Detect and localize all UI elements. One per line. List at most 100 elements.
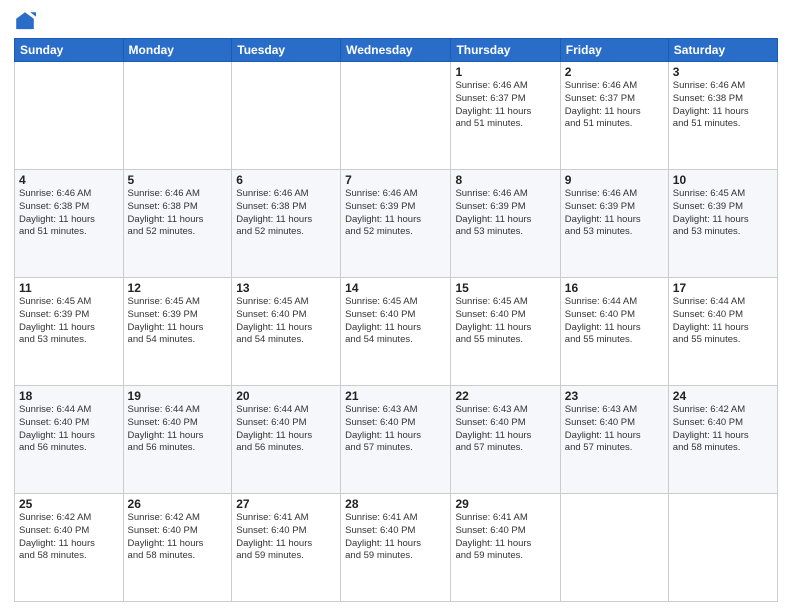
calendar-cell: 9Sunrise: 6:46 AM Sunset: 6:39 PM Daylig…: [560, 170, 668, 278]
calendar-cell: 20Sunrise: 6:44 AM Sunset: 6:40 PM Dayli…: [232, 386, 341, 494]
calendar-cell: 10Sunrise: 6:45 AM Sunset: 6:39 PM Dayli…: [668, 170, 777, 278]
calendar-cell: 16Sunrise: 6:44 AM Sunset: 6:40 PM Dayli…: [560, 278, 668, 386]
calendar-cell: 8Sunrise: 6:46 AM Sunset: 6:39 PM Daylig…: [451, 170, 560, 278]
calendar-cell: 14Sunrise: 6:45 AM Sunset: 6:40 PM Dayli…: [341, 278, 451, 386]
calendar-cell: 29Sunrise: 6:41 AM Sunset: 6:40 PM Dayli…: [451, 494, 560, 602]
calendar-cell: 12Sunrise: 6:45 AM Sunset: 6:39 PM Dayli…: [123, 278, 232, 386]
calendar-cell: [123, 62, 232, 170]
calendar-cell: 19Sunrise: 6:44 AM Sunset: 6:40 PM Dayli…: [123, 386, 232, 494]
day-number: 22: [455, 389, 555, 403]
calendar-header-row: SundayMondayTuesdayWednesdayThursdayFrid…: [15, 39, 778, 62]
day-info: Sunrise: 6:44 AM Sunset: 6:40 PM Dayligh…: [128, 404, 228, 455]
day-info: Sunrise: 6:46 AM Sunset: 6:38 PM Dayligh…: [236, 188, 336, 239]
day-info: Sunrise: 6:44 AM Sunset: 6:40 PM Dayligh…: [19, 404, 119, 455]
day-number: 10: [673, 173, 773, 187]
calendar-cell: 5Sunrise: 6:46 AM Sunset: 6:38 PM Daylig…: [123, 170, 232, 278]
day-number: 14: [345, 281, 446, 295]
day-number: 20: [236, 389, 336, 403]
day-number: 3: [673, 65, 773, 79]
day-number: 9: [565, 173, 664, 187]
calendar-week-row: 25Sunrise: 6:42 AM Sunset: 6:40 PM Dayli…: [15, 494, 778, 602]
calendar-cell: 7Sunrise: 6:46 AM Sunset: 6:39 PM Daylig…: [341, 170, 451, 278]
calendar-cell: 4Sunrise: 6:46 AM Sunset: 6:38 PM Daylig…: [15, 170, 124, 278]
calendar-cell: [560, 494, 668, 602]
day-number: 27: [236, 497, 336, 511]
day-info: Sunrise: 6:45 AM Sunset: 6:40 PM Dayligh…: [236, 296, 336, 347]
day-header-tuesday: Tuesday: [232, 39, 341, 62]
calendar-week-row: 1Sunrise: 6:46 AM Sunset: 6:37 PM Daylig…: [15, 62, 778, 170]
calendar-cell: [232, 62, 341, 170]
day-number: 12: [128, 281, 228, 295]
day-header-sunday: Sunday: [15, 39, 124, 62]
calendar-cell: 26Sunrise: 6:42 AM Sunset: 6:40 PM Dayli…: [123, 494, 232, 602]
day-number: 16: [565, 281, 664, 295]
calendar-cell: [15, 62, 124, 170]
day-header-thursday: Thursday: [451, 39, 560, 62]
day-info: Sunrise: 6:43 AM Sunset: 6:40 PM Dayligh…: [455, 404, 555, 455]
day-number: 17: [673, 281, 773, 295]
day-info: Sunrise: 6:46 AM Sunset: 6:37 PM Dayligh…: [455, 80, 555, 131]
calendar-cell: [668, 494, 777, 602]
day-number: 18: [19, 389, 119, 403]
calendar-cell: 1Sunrise: 6:46 AM Sunset: 6:37 PM Daylig…: [451, 62, 560, 170]
day-info: Sunrise: 6:46 AM Sunset: 6:39 PM Dayligh…: [565, 188, 664, 239]
day-number: 1: [455, 65, 555, 79]
day-number: 4: [19, 173, 119, 187]
calendar-cell: 28Sunrise: 6:41 AM Sunset: 6:40 PM Dayli…: [341, 494, 451, 602]
day-info: Sunrise: 6:42 AM Sunset: 6:40 PM Dayligh…: [128, 512, 228, 563]
page-header: [14, 10, 778, 32]
calendar-cell: 2Sunrise: 6:46 AM Sunset: 6:37 PM Daylig…: [560, 62, 668, 170]
day-number: 6: [236, 173, 336, 187]
day-info: Sunrise: 6:45 AM Sunset: 6:40 PM Dayligh…: [345, 296, 446, 347]
day-info: Sunrise: 6:45 AM Sunset: 6:39 PM Dayligh…: [673, 188, 773, 239]
day-number: 25: [19, 497, 119, 511]
calendar-cell: 11Sunrise: 6:45 AM Sunset: 6:39 PM Dayli…: [15, 278, 124, 386]
day-info: Sunrise: 6:46 AM Sunset: 6:39 PM Dayligh…: [345, 188, 446, 239]
day-info: Sunrise: 6:45 AM Sunset: 6:39 PM Dayligh…: [19, 296, 119, 347]
calendar-cell: 18Sunrise: 6:44 AM Sunset: 6:40 PM Dayli…: [15, 386, 124, 494]
calendar-cell: 21Sunrise: 6:43 AM Sunset: 6:40 PM Dayli…: [341, 386, 451, 494]
day-info: Sunrise: 6:46 AM Sunset: 6:39 PM Dayligh…: [455, 188, 555, 239]
day-header-wednesday: Wednesday: [341, 39, 451, 62]
day-info: Sunrise: 6:45 AM Sunset: 6:40 PM Dayligh…: [455, 296, 555, 347]
calendar-cell: 6Sunrise: 6:46 AM Sunset: 6:38 PM Daylig…: [232, 170, 341, 278]
day-header-monday: Monday: [123, 39, 232, 62]
day-info: Sunrise: 6:42 AM Sunset: 6:40 PM Dayligh…: [673, 404, 773, 455]
day-info: Sunrise: 6:43 AM Sunset: 6:40 PM Dayligh…: [345, 404, 446, 455]
day-info: Sunrise: 6:46 AM Sunset: 6:38 PM Dayligh…: [673, 80, 773, 131]
day-info: Sunrise: 6:41 AM Sunset: 6:40 PM Dayligh…: [455, 512, 555, 563]
day-info: Sunrise: 6:44 AM Sunset: 6:40 PM Dayligh…: [565, 296, 664, 347]
day-header-saturday: Saturday: [668, 39, 777, 62]
calendar-cell: 24Sunrise: 6:42 AM Sunset: 6:40 PM Dayli…: [668, 386, 777, 494]
day-info: Sunrise: 6:46 AM Sunset: 6:37 PM Dayligh…: [565, 80, 664, 131]
day-number: 11: [19, 281, 119, 295]
day-number: 28: [345, 497, 446, 511]
calendar-week-row: 11Sunrise: 6:45 AM Sunset: 6:39 PM Dayli…: [15, 278, 778, 386]
day-number: 5: [128, 173, 228, 187]
day-number: 8: [455, 173, 555, 187]
day-header-friday: Friday: [560, 39, 668, 62]
calendar-cell: 23Sunrise: 6:43 AM Sunset: 6:40 PM Dayli…: [560, 386, 668, 494]
day-info: Sunrise: 6:46 AM Sunset: 6:38 PM Dayligh…: [19, 188, 119, 239]
calendar-cell: 27Sunrise: 6:41 AM Sunset: 6:40 PM Dayli…: [232, 494, 341, 602]
calendar-cell: 15Sunrise: 6:45 AM Sunset: 6:40 PM Dayli…: [451, 278, 560, 386]
day-info: Sunrise: 6:41 AM Sunset: 6:40 PM Dayligh…: [236, 512, 336, 563]
logo: [14, 10, 40, 32]
day-info: Sunrise: 6:43 AM Sunset: 6:40 PM Dayligh…: [565, 404, 664, 455]
calendar-cell: [341, 62, 451, 170]
calendar-cell: 13Sunrise: 6:45 AM Sunset: 6:40 PM Dayli…: [232, 278, 341, 386]
calendar-cell: 17Sunrise: 6:44 AM Sunset: 6:40 PM Dayli…: [668, 278, 777, 386]
day-number: 13: [236, 281, 336, 295]
day-number: 19: [128, 389, 228, 403]
day-number: 23: [565, 389, 664, 403]
calendar-cell: 25Sunrise: 6:42 AM Sunset: 6:40 PM Dayli…: [15, 494, 124, 602]
day-number: 7: [345, 173, 446, 187]
day-number: 24: [673, 389, 773, 403]
day-info: Sunrise: 6:44 AM Sunset: 6:40 PM Dayligh…: [236, 404, 336, 455]
day-number: 2: [565, 65, 664, 79]
day-number: 29: [455, 497, 555, 511]
calendar-week-row: 4Sunrise: 6:46 AM Sunset: 6:38 PM Daylig…: [15, 170, 778, 278]
logo-icon: [14, 10, 36, 32]
day-info: Sunrise: 6:42 AM Sunset: 6:40 PM Dayligh…: [19, 512, 119, 563]
calendar-cell: 3Sunrise: 6:46 AM Sunset: 6:38 PM Daylig…: [668, 62, 777, 170]
